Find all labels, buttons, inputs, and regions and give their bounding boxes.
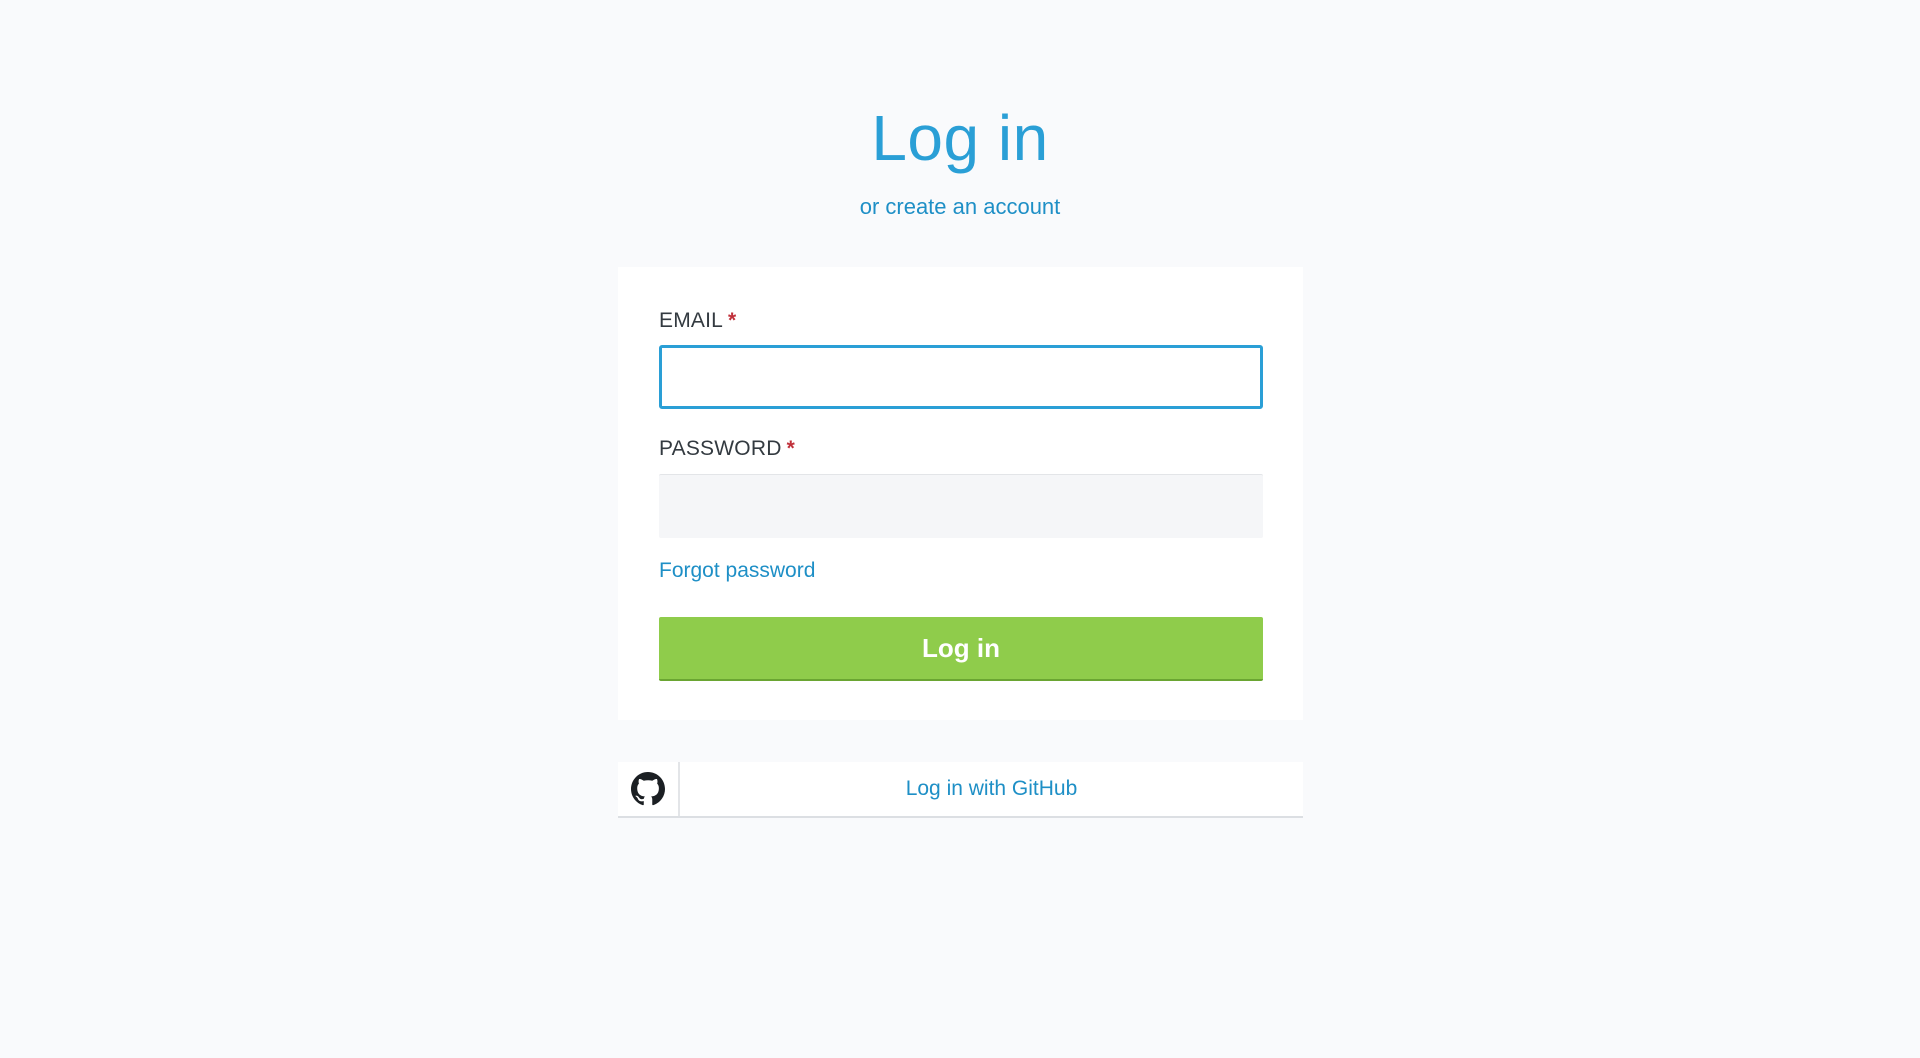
password-required-mark: *	[786, 437, 795, 460]
github-icon	[631, 772, 665, 806]
page-title: Log in	[871, 102, 1049, 174]
password-label-text: PASSWORD	[659, 437, 782, 460]
github-login-label: Log in with GitHub	[905, 777, 1078, 800]
github-icon-cell	[618, 762, 680, 816]
password-label: PASSWORD *	[659, 435, 795, 463]
login-page: Log in or create an account EMAIL * PASSW…	[0, 0, 1920, 1058]
forgot-password-link[interactable]: Forgot password	[659, 557, 815, 585]
email-label: EMAIL *	[659, 307, 736, 335]
password-field[interactable]	[659, 474, 1263, 538]
email-required-mark: *	[728, 309, 737, 332]
login-button[interactable]: Log in	[659, 617, 1263, 681]
login-form-card: EMAIL * PASSWORD * Forgot password Log in	[618, 267, 1303, 720]
create-account-link[interactable]: or create an account	[860, 194, 1061, 219]
email-label-text: EMAIL	[659, 309, 724, 332]
email-field[interactable]	[659, 345, 1263, 409]
create-account-row: or create an account	[0, 192, 1920, 222]
github-login-button[interactable]: Log in with GitHub	[618, 762, 1303, 818]
